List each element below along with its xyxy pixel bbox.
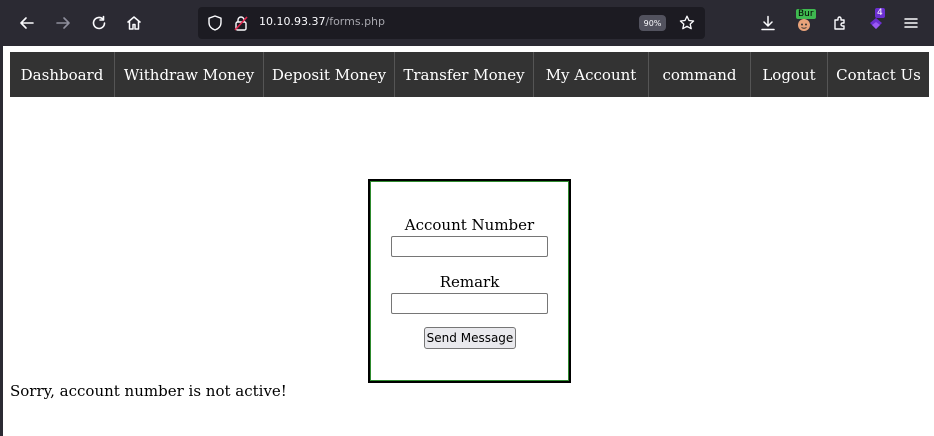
reload-icon[interactable] [87,11,111,35]
browser-toolbar: 10.10.93.37/forms.php 90% Bur 4 [0,0,934,46]
addon-icon[interactable]: 4 [864,8,888,35]
remark-label: Remark [439,273,500,291]
site-navigation: Dashboard Withdraw Money Deposit Money T… [10,52,929,97]
forward-icon[interactable] [51,11,75,35]
star-icon[interactable] [678,14,696,32]
burp-badge: Bur [796,9,816,19]
nav-dashboard[interactable]: Dashboard [10,52,115,97]
menu-icon[interactable] [899,11,923,35]
shield-icon[interactable] [206,14,224,32]
zoom-level[interactable]: 90% [639,15,666,31]
nav-my-account[interactable]: My Account [534,52,649,97]
addon-badge-count: 4 [875,8,885,18]
window-left-border [0,46,3,436]
url-text[interactable]: 10.10.93.37/forms.php [259,15,385,28]
extensions-icon[interactable] [828,11,852,35]
nav-logout[interactable]: Logout [751,52,828,97]
burp-extension-icon[interactable]: Bur [792,9,816,35]
nav-command[interactable]: command [649,52,751,97]
nav-deposit-money[interactable]: Deposit Money [264,52,395,97]
nav-transfer-money[interactable]: Transfer Money [395,52,534,97]
download-icon[interactable] [756,11,780,35]
message-form: Account Number Remark Send Message [368,179,571,383]
home-icon[interactable] [122,11,146,35]
send-message-button[interactable]: Send Message [424,327,516,349]
status-message: Sorry, account number is not active! [10,382,287,400]
url-bar[interactable]: 10.10.93.37/forms.php 90% [198,7,705,39]
remark-input[interactable] [391,293,548,314]
account-number-label: Account Number [404,216,535,234]
nav-contact-us[interactable]: Contact Us [828,52,929,97]
account-number-input[interactable] [391,236,548,257]
nav-withdraw-money[interactable]: Withdraw Money [115,52,264,97]
back-icon[interactable] [15,11,39,35]
lock-icon[interactable] [232,14,250,32]
url-path: /forms.php [325,15,386,28]
url-host: 10.10.93.37 [259,15,326,28]
